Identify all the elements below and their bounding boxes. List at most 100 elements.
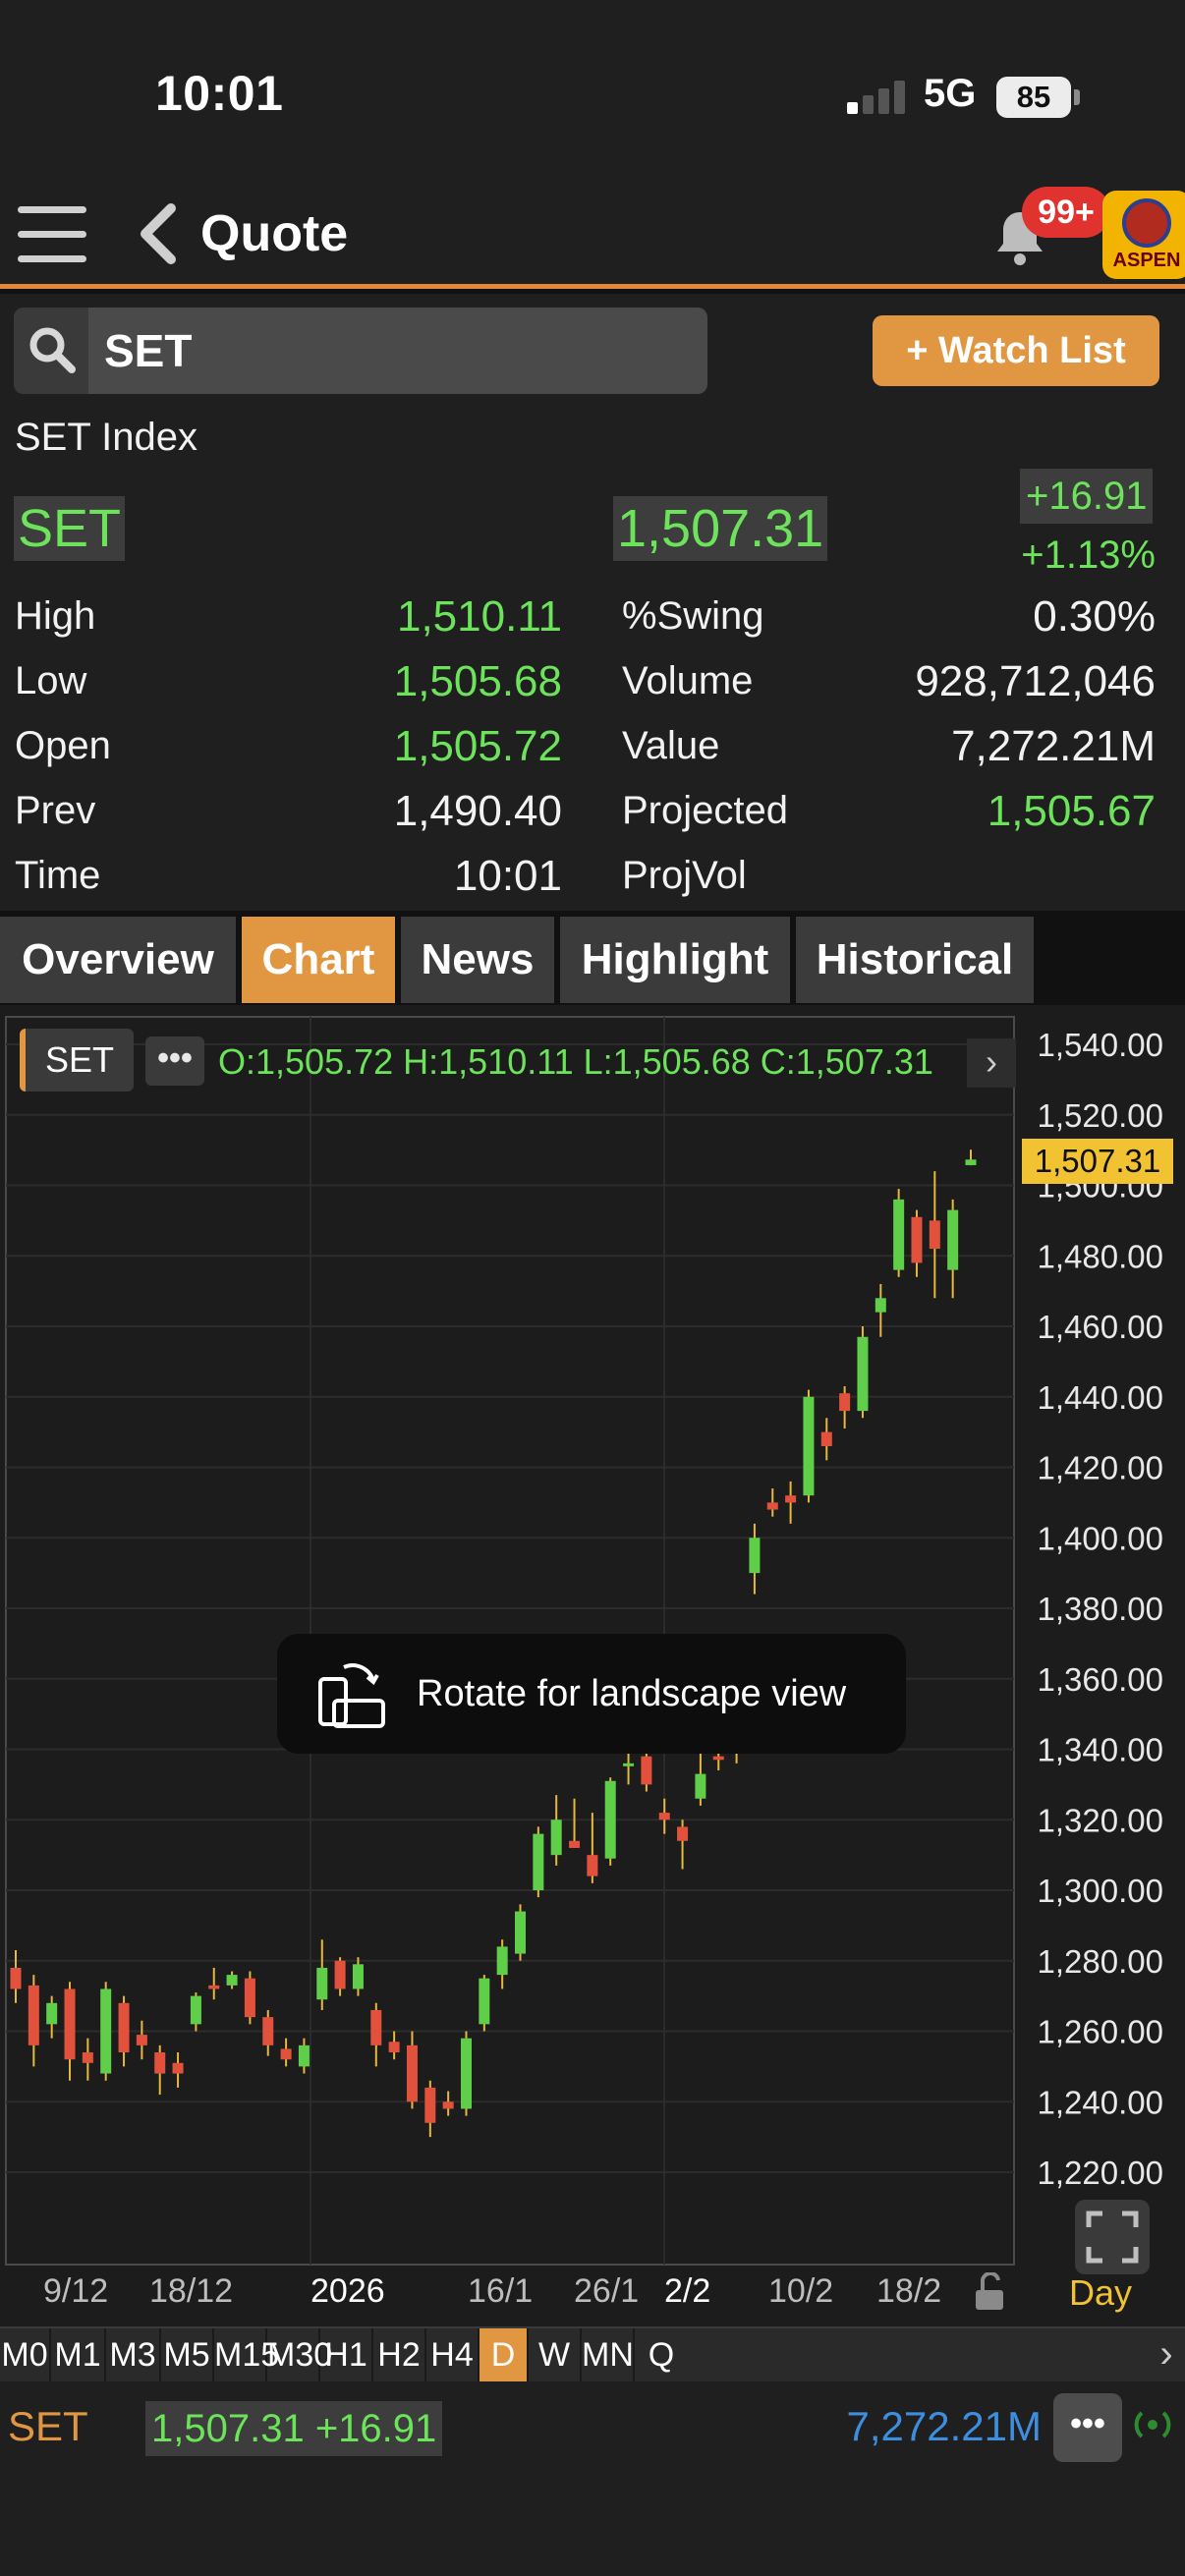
x-tick-label: 9/12 [43,2272,109,2310]
candle-body [172,2062,184,2074]
symbol-search-box[interactable] [14,308,707,394]
candle-body [569,1840,581,1848]
aspen-logo[interactable]: ASPEN [1102,191,1185,279]
y-tick-label: 1,280.00 [1038,1943,1163,1980]
candle-body [46,2002,58,2025]
last-price-tag: 1,507.31 [1022,1139,1173,1184]
chart-symbol-tag[interactable]: SET [20,1029,135,1092]
index-name: SET Index [15,416,198,459]
tab-overview[interactable]: Overview [0,917,236,1003]
candle-body [875,1298,886,1313]
status-time: 10:01 [155,66,284,121]
candle-body [929,1220,940,1250]
stat-value-high: 1,510.11 [396,592,562,641]
y-tick-label: 1,360.00 [1038,1661,1163,1698]
x-tick-label: 18/12 [149,2272,234,2310]
cellular-signal-icon [847,81,908,114]
stat-value-volume: 928,712,046 [915,657,1156,705]
timeframe-q[interactable]: Q [635,2328,688,2381]
y-tick-label: 1,300.00 [1038,1873,1163,1909]
timeframe-m30[interactable]: M30 [267,2328,332,2381]
timeframe-m3[interactable]: M3 [106,2328,161,2381]
candle-body [857,1336,869,1412]
ticker-more-button[interactable]: ••• [1053,2393,1122,2462]
quote-change: +16.91 [1020,469,1154,524]
search-row: + Watch List [0,294,1185,402]
candle-body [803,1396,815,1496]
x-tick-label: 26/1 [574,2272,640,2310]
rotate-toast-text: Rotate for landscape view [417,1673,847,1714]
add-watch-list-button[interactable]: + Watch List [873,315,1159,386]
tab-chart[interactable]: Chart [242,917,395,1003]
timeframe-m5[interactable]: M5 [161,2328,214,2381]
chart-more-button[interactable]: ••• [145,1036,204,1086]
candle-body [641,1756,652,1785]
tab-highlight[interactable]: Highlight [560,917,790,1003]
network-type: 5G [924,72,977,115]
battery-icon: 85 [996,77,1071,118]
timeframe-next-chevron-icon[interactable]: › [1148,2328,1185,2381]
candle-body [677,1826,689,1841]
fullscreen-expand-icon[interactable] [1075,2200,1150,2274]
bottom-ticker-bar: SET 1,507.31 +16.91 7,272.21M ••• [0,2381,1185,2576]
page-title: Quote [200,205,349,262]
y-tick-label: 1,260.00 [1038,2014,1163,2050]
aspen-emblem-icon [1122,198,1171,248]
timeframe-h4[interactable]: H4 [426,2328,480,2381]
timeframe-h2[interactable]: H2 [373,2328,426,2381]
candle-body [623,1763,635,1766]
candle-body [587,1855,598,1876]
price-chart[interactable]: 1,540.00 1,520.00 1,500.00 1,480.00 1,460.00… [0,1005,1185,2326]
candle-body [604,1780,616,1859]
timeframe-m0[interactable]: M0 [0,2328,51,2381]
ticker-symbol[interactable]: SET [8,2403,88,2450]
search-icon[interactable] [14,308,88,394]
candle-body [10,1967,22,1989]
quote-symbol: SET [14,496,126,561]
candle-body [406,2044,418,2102]
tab-news[interactable]: News [401,917,554,1003]
unlock-icon[interactable] [973,2272,1006,2312]
x-tick-label: 18/2 [876,2272,942,2310]
candle-body [226,1975,238,1986]
back-chevron-icon[interactable] [136,202,179,265]
symbol-search-input[interactable] [104,308,694,394]
candle-body [388,2042,400,2053]
candle-body [893,1199,905,1270]
stat-label-high: High [15,594,96,638]
ohlc-expand-chevron-icon[interactable]: › [967,1038,1016,1088]
candle-body [479,1978,490,2025]
battery-nub [1074,89,1080,105]
x-tick-label: 2026 [310,2272,385,2310]
stat-value-time: 10:01 [453,852,562,900]
y-tick-label: 1,440.00 [1038,1379,1163,1416]
stat-label-prev: Prev [15,789,96,832]
tab-historical[interactable]: Historical [796,917,1034,1003]
stat-value-projected: 1,505.67 [987,787,1156,835]
timeframe-m15[interactable]: M15 [214,2328,279,2381]
rotate-toast: Rotate for landscape view [277,1634,906,1754]
stat-value-open: 1,505.72 [393,722,562,770]
timeframe-m1[interactable]: M1 [51,2328,106,2381]
timeframe-w[interactable]: W [529,2328,582,2381]
candle-body [460,2038,472,2109]
x-tick-label: 2/2 [664,2272,711,2310]
candle-body [118,2002,130,2053]
candle-body [100,1988,112,2074]
candle-body [154,2052,166,2074]
candle-body [190,1995,201,2025]
candle-body [442,2101,454,2109]
candle-body [298,2044,310,2067]
stat-value-value: 7,272.21M [951,722,1156,770]
stat-label-projected: Projected [622,789,788,832]
y-tick-label: 1,480.00 [1038,1238,1163,1274]
notification-badge[interactable]: 99+ [1022,187,1110,238]
stat-label-value: Value [622,724,720,767]
timeframe-mn[interactable]: MN [582,2328,635,2381]
candle-body [496,1946,508,1976]
candle-body [766,1502,778,1510]
timeframe-d[interactable]: D [480,2328,529,2381]
menu-icon[interactable] [18,206,86,265]
x-tick-label: 16/1 [468,2272,534,2310]
timeframe-h1[interactable]: H1 [320,2328,373,2381]
